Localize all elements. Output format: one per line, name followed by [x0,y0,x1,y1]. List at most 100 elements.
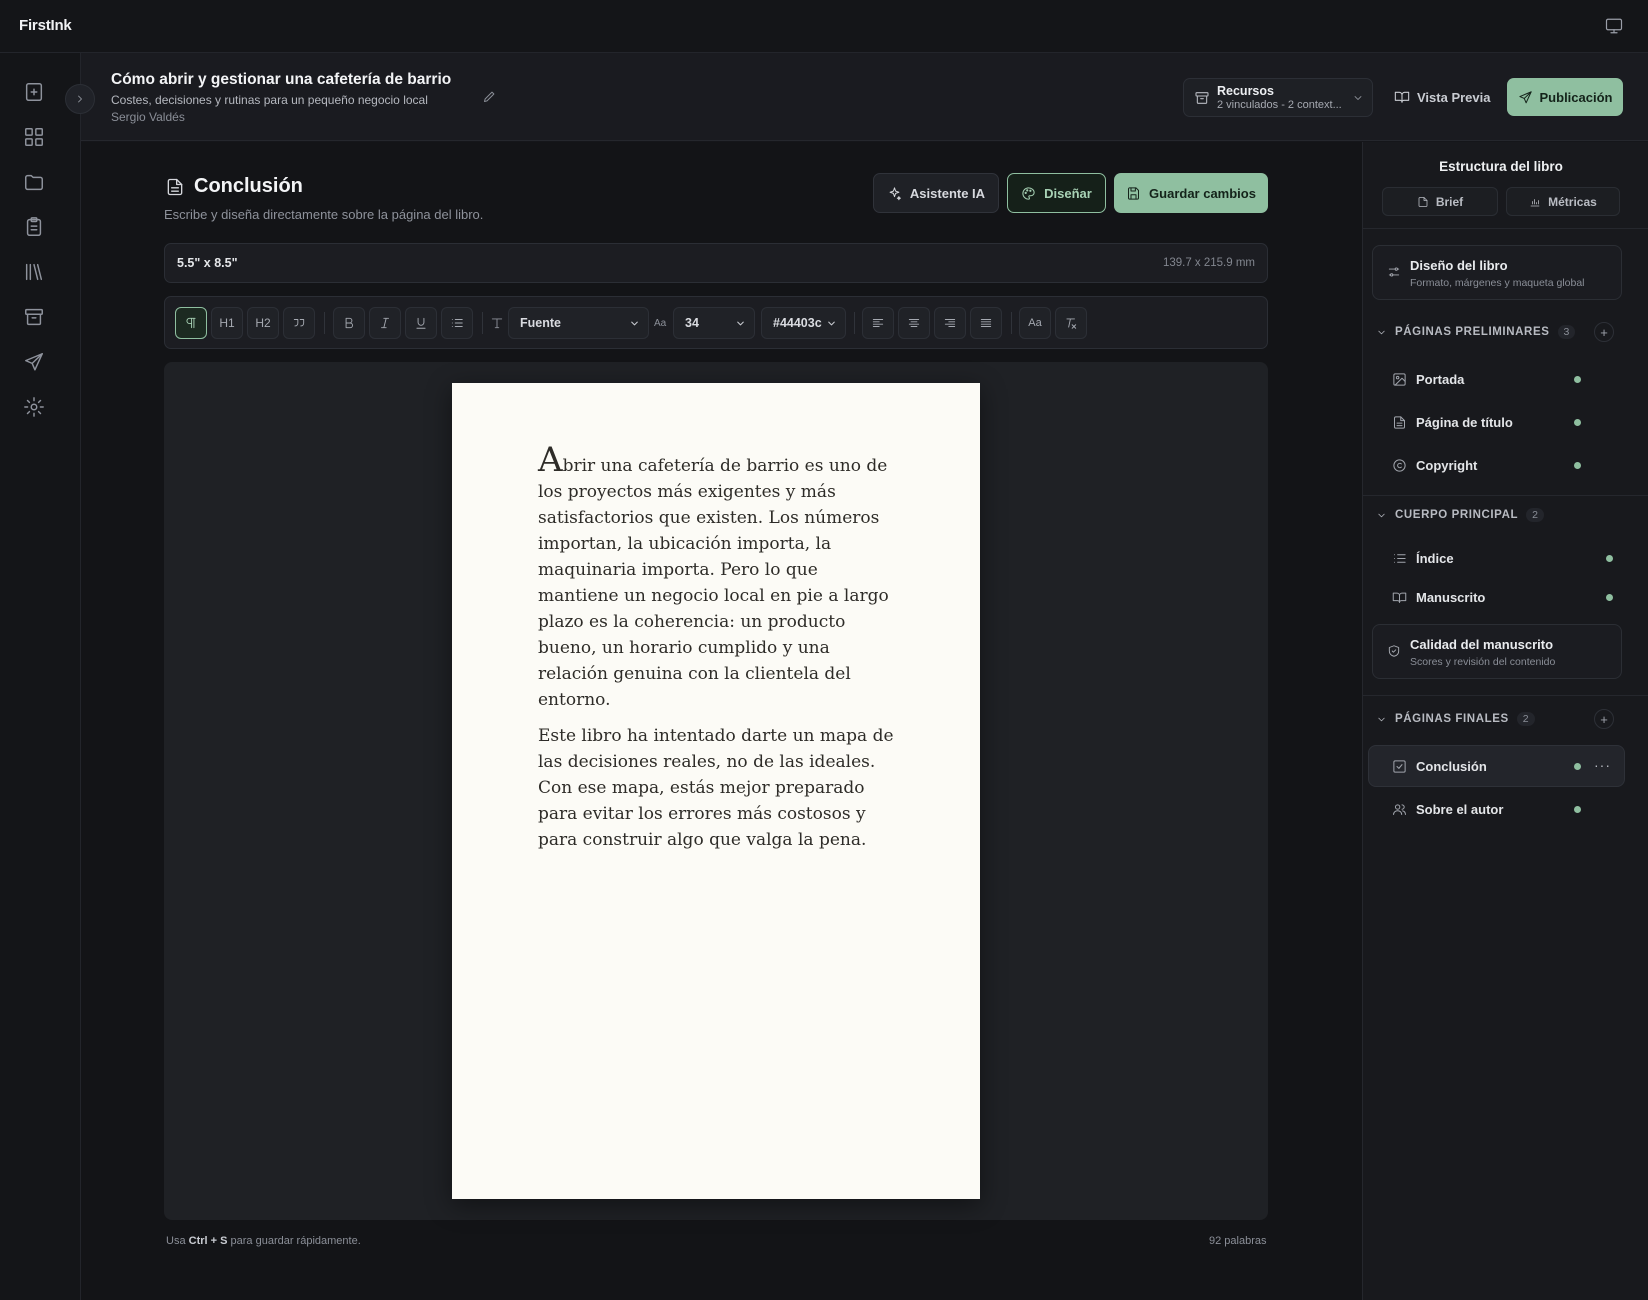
page-description: Escribe y diseña directamente sobre la p… [164,207,484,222]
page-content[interactable]: Abrir una cafetería de barrio es uno de … [538,443,898,863]
list-icon [1394,553,1406,563]
align-center-icon [908,319,920,327]
clipboard-icon[interactable] [23,216,45,238]
section-preliminary-label: PÁGINAS PRELIMINARES [1395,326,1550,338]
status-dot [1606,555,1613,562]
heading1-label: H1 [219,316,235,330]
copyright-icon [1393,458,1406,472]
settings-icon[interactable] [23,396,45,418]
send-icon[interactable] [23,351,45,373]
font-size-select[interactable]: 34 [673,307,755,339]
sidebar-item-about-author-label: Sobre el autor [1416,801,1504,817]
formatting-toolbar: H1 H2 Fuente Aa 34 #44403c Aa [164,296,1268,349]
book-page[interactable]: Abrir una cafetería de barrio es uno de … [452,383,980,1199]
ai-assistant-button[interactable]: Asistente IA [873,173,999,213]
trim-size-mm: 139.7 x 215.9 mm [1162,257,1255,269]
library-icon[interactable] [23,261,45,283]
panel-title: Estructura del libro [1439,159,1563,174]
clear-format-button[interactable] [1055,307,1087,339]
manuscript-quality-title: Calidad del manuscrito [1410,637,1554,652]
sidebar-item-index[interactable]: Índice [1392,546,1454,570]
sidebar-item-title-page[interactable]: Página de título [1392,410,1513,434]
more-options-icon[interactable]: ··· [1594,757,1611,773]
sidebar-item-title-page-label: Página de título [1416,414,1513,430]
paragraph-1-text: brir una cafetería de barrio es uno de l… [538,456,889,710]
list-icon [451,319,463,327]
add-preliminary-button[interactable]: + [1594,322,1614,342]
align-center-button[interactable] [898,307,930,339]
align-left-button[interactable] [862,307,894,339]
sidebar-item-about-author[interactable]: Sobre el autor [1392,797,1503,821]
sidebar-item-manuscript[interactable]: Manuscrito [1392,585,1485,609]
text-case-label: Aa [1028,317,1042,329]
paragraph-1: Abrir una cafetería de barrio es uno de … [538,443,898,713]
tab-brief[interactable]: Brief [1382,187,1498,216]
paragraph-button[interactable] [175,307,207,339]
resources-title: Recursos [1217,84,1274,98]
monitor-icon[interactable] [1605,17,1623,35]
edit-title-icon[interactable] [482,89,497,104]
bold-button[interactable] [333,307,365,339]
section-preliminary[interactable]: PÁGINAS PRELIMINARES 3 [1376,322,1576,342]
resources-dropdown[interactable]: Recursos 2 vinculados - 2 context... [1183,78,1373,117]
section-main-body-count: 2 [1526,508,1544,522]
preview-button[interactable]: Vista Previa [1394,86,1490,108]
align-right-button[interactable] [934,307,966,339]
quote-icon [293,319,305,327]
quote-button[interactable] [283,307,315,339]
book-author: Sergio Valdés [111,110,185,124]
resources-subtitle: 2 vinculados - 2 context... [1217,99,1342,111]
book-design-title: Diseño del libro [1410,258,1508,273]
italic-icon [381,317,389,329]
font-select[interactable]: Fuente [508,307,649,339]
save-hint-keys: Ctrl + S [188,1235,228,1247]
text-type-icon [490,316,504,330]
tab-metrics[interactable]: Métricas [1506,187,1620,216]
font-size-value: 34 [685,316,699,330]
save-hint-pre: Usa [166,1235,186,1247]
text-color-value: #44403c [773,316,822,330]
justify-button[interactable] [970,307,1002,339]
image-icon [1393,372,1406,386]
trim-size: 5.5" x 8.5" [177,256,238,270]
clear-format-icon [1066,318,1077,329]
folder-icon[interactable] [23,171,45,193]
check-square-icon [1393,759,1406,773]
manuscript-quality-card[interactable]: Calidad del manuscrito Scores y revisión… [1372,624,1622,679]
ai-assistant-label: Asistente IA [909,185,986,201]
section-final-pages[interactable]: PÁGINAS FINALES 2 [1376,709,1535,729]
word-count: 92 palabras [1209,1235,1267,1247]
expand-sidebar-button[interactable] [65,84,95,114]
underline-button[interactable] [405,307,437,339]
section-main-body[interactable]: CUERPO PRINCIPAL 2 [1376,505,1544,525]
font-size-label: Aa [654,318,667,329]
panel-divider [1362,228,1648,229]
add-final-page-button[interactable]: + [1594,709,1614,729]
save-hint-post: para guardar rápidamente. [230,1235,361,1247]
sidebar-item-conclusion[interactable]: Conclusión [1392,754,1487,778]
status-dot [1574,376,1581,383]
archive-icon[interactable] [23,306,45,328]
book-open-icon [1394,91,1410,103]
dashboard-icon[interactable] [23,126,45,148]
book-open-icon [1392,592,1407,603]
new-page-icon[interactable] [23,81,45,103]
save-changes-button[interactable]: Guardar cambios [1114,173,1268,213]
sidebar-item-cover[interactable]: Portada [1392,367,1464,391]
italic-button[interactable] [369,307,401,339]
list-button[interactable] [441,307,473,339]
text-color-select[interactable]: #44403c [761,307,846,339]
design-button[interactable]: Diseñar [1007,173,1106,213]
bar-chart-icon [1530,198,1540,206]
text-case-button[interactable]: Aa [1019,307,1051,339]
palette-icon [1022,186,1035,200]
users-icon [1393,803,1406,815]
sidebar-item-copyright[interactable]: Copyright [1392,453,1477,477]
publish-button[interactable]: Publicación [1507,78,1623,116]
heading1-button[interactable]: H1 [211,307,243,339]
trim-size-bar[interactable]: 5.5" x 8.5" 139.7 x 215.9 mm [164,243,1268,283]
book-design-card[interactable]: Diseño del libro Formato, márgenes y maq… [1372,245,1622,300]
left-rail [0,53,81,1300]
document-icon [1394,415,1405,429]
heading2-button[interactable]: H2 [247,307,279,339]
